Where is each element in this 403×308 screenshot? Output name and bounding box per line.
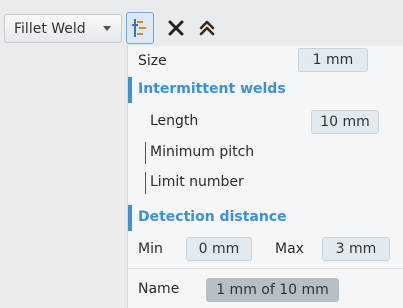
size-label: Size [138, 53, 167, 69]
limit-number-label: Limit number [150, 174, 244, 190]
length-row: Length 10 mm [128, 108, 403, 136]
weld-properties-panel: Size 1 mm Intermittent welds Length 10 m… [127, 46, 403, 308]
name-row: Name 1 mm of 10 mm [128, 276, 403, 304]
weld-type-dropdown[interactable]: Fillet Weld [4, 14, 122, 43]
close-icon [168, 20, 184, 36]
chevron-down-icon [103, 26, 111, 31]
length-label: Length [150, 113, 199, 129]
intermittent-welds-title: Intermittent welds [138, 81, 286, 97]
detection-distance-section: Detection distance [128, 205, 403, 231]
min-field[interactable]: 0 mm [186, 237, 252, 261]
option-marker [145, 142, 146, 164]
detection-distance-title: Detection distance [138, 209, 287, 225]
collapse-button[interactable] [193, 12, 221, 44]
size-field[interactable]: 1 mm [298, 48, 368, 72]
name-field[interactable]: 1 mm of 10 mm [206, 278, 339, 302]
collapse-up-icon [199, 20, 215, 36]
max-label: Max [275, 241, 304, 257]
divider [128, 268, 403, 269]
length-field[interactable]: 10 mm [311, 110, 379, 134]
option-marker [145, 172, 146, 194]
limit-number-row[interactable]: Limit number [128, 170, 403, 196]
section-marker [128, 77, 132, 103]
minimum-pitch-row[interactable]: Minimum pitch [128, 140, 403, 166]
toolbar: Fillet Weld [0, 0, 403, 46]
intermittent-welds-section: Intermittent welds [128, 77, 403, 103]
weld-type-value: Fillet Weld [14, 20, 86, 37]
min-label: Min [138, 241, 163, 257]
name-label: Name [138, 281, 180, 297]
weld-settings-button[interactable] [126, 12, 154, 44]
section-marker [128, 205, 132, 231]
max-field[interactable]: 3 mm [322, 237, 390, 261]
size-row: Size 1 mm [128, 48, 403, 76]
weld-settings-icon [132, 19, 146, 37]
detection-range-row: Min 0 mm Max 3 mm [128, 236, 403, 264]
minimum-pitch-label: Minimum pitch [150, 144, 255, 160]
close-button[interactable] [162, 12, 190, 44]
